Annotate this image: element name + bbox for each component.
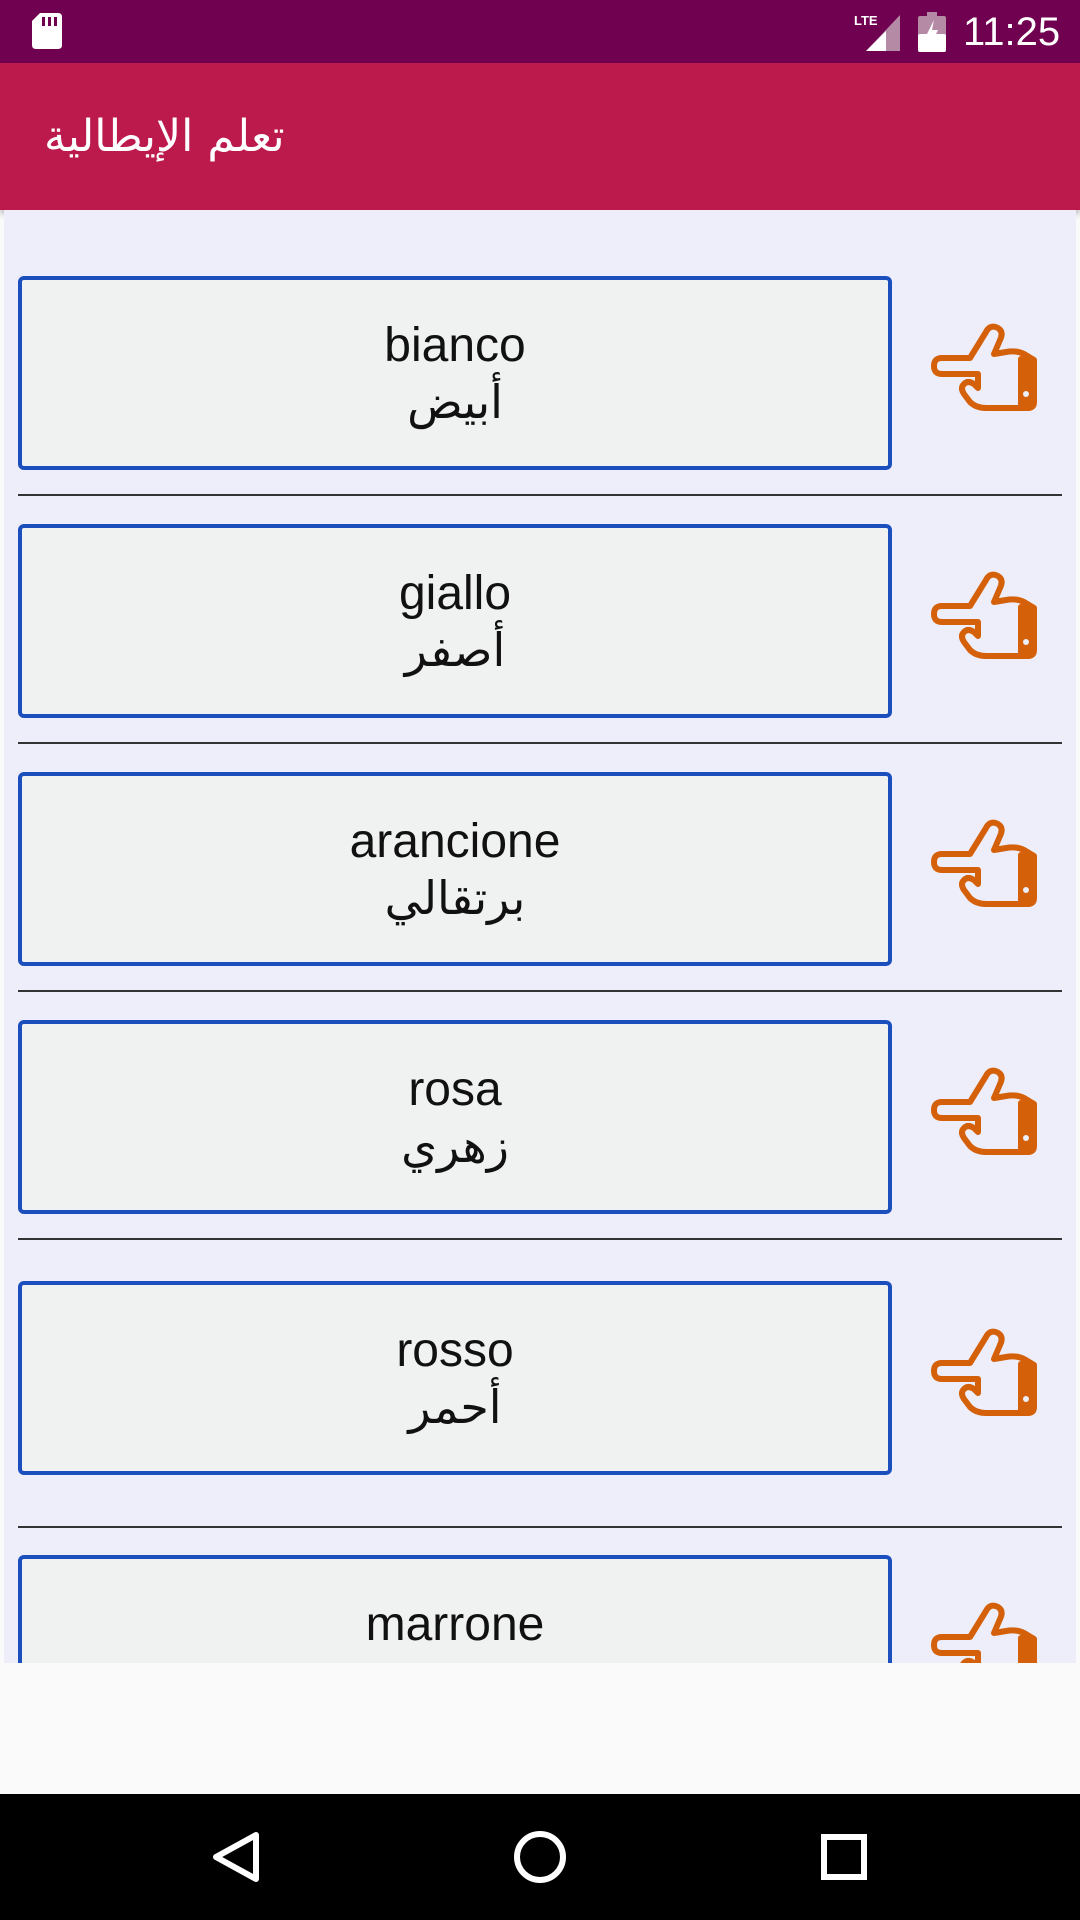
battery-charging-icon: [918, 12, 946, 52]
italian-word: bianco: [384, 319, 526, 372]
divider: [18, 742, 1062, 744]
page-title: تعلم الإيطالية: [44, 111, 285, 162]
word-card-4[interactable]: rosso أحمر: [18, 1281, 892, 1475]
word-card-5[interactable]: marrone: [18, 1555, 892, 1663]
pointing-hand-icon[interactable]: [930, 1327, 1040, 1427]
arabic-translation: زهري: [401, 1119, 509, 1173]
status-time: 11:25: [963, 10, 1061, 54]
word-card-0[interactable]: bianco أبيض: [18, 276, 892, 470]
pointing-hand-icon[interactable]: [930, 818, 1040, 918]
divider: [18, 1526, 1062, 1528]
divider: [18, 494, 1062, 496]
italian-word: arancione: [349, 815, 561, 868]
svg-text:LTE: LTE: [854, 13, 878, 28]
recents-icon[interactable]: [814, 1827, 874, 1887]
app-bar: تعلم الإيطالية: [0, 63, 1080, 210]
signal-icon: LTE: [854, 13, 900, 51]
divider: [18, 990, 1062, 992]
word-list[interactable]: bianco أبيض giallo أصفر arancione برتقال…: [4, 210, 1076, 1663]
pointing-hand-icon[interactable]: [930, 570, 1040, 670]
pointing-hand-icon[interactable]: [930, 1601, 1040, 1663]
word-card-1[interactable]: giallo أصفر: [18, 524, 892, 718]
pointing-hand-icon[interactable]: [930, 322, 1040, 422]
pointing-hand-icon[interactable]: [930, 1066, 1040, 1166]
word-card-3[interactable]: rosa زهري: [18, 1020, 892, 1214]
arabic-translation: أبيض: [407, 375, 503, 429]
italian-word: rosa: [408, 1063, 502, 1116]
italian-word: giallo: [398, 567, 512, 620]
home-icon[interactable]: [510, 1827, 570, 1887]
italian-word: rosso: [396, 1324, 514, 1377]
arabic-translation: برتقالي: [384, 871, 526, 925]
word-card-2[interactable]: arancione برتقالي: [18, 772, 892, 966]
status-bar: LTE 11:25: [0, 0, 1080, 63]
arabic-translation: أحمر: [408, 1380, 502, 1434]
back-icon[interactable]: [206, 1827, 266, 1887]
italian-word: marrone: [365, 1598, 545, 1651]
divider: [18, 1238, 1062, 1240]
arabic-translation: أصفر: [404, 623, 506, 677]
sd-card-icon: [32, 13, 62, 49]
navigation-bar: [0, 1794, 1080, 1920]
